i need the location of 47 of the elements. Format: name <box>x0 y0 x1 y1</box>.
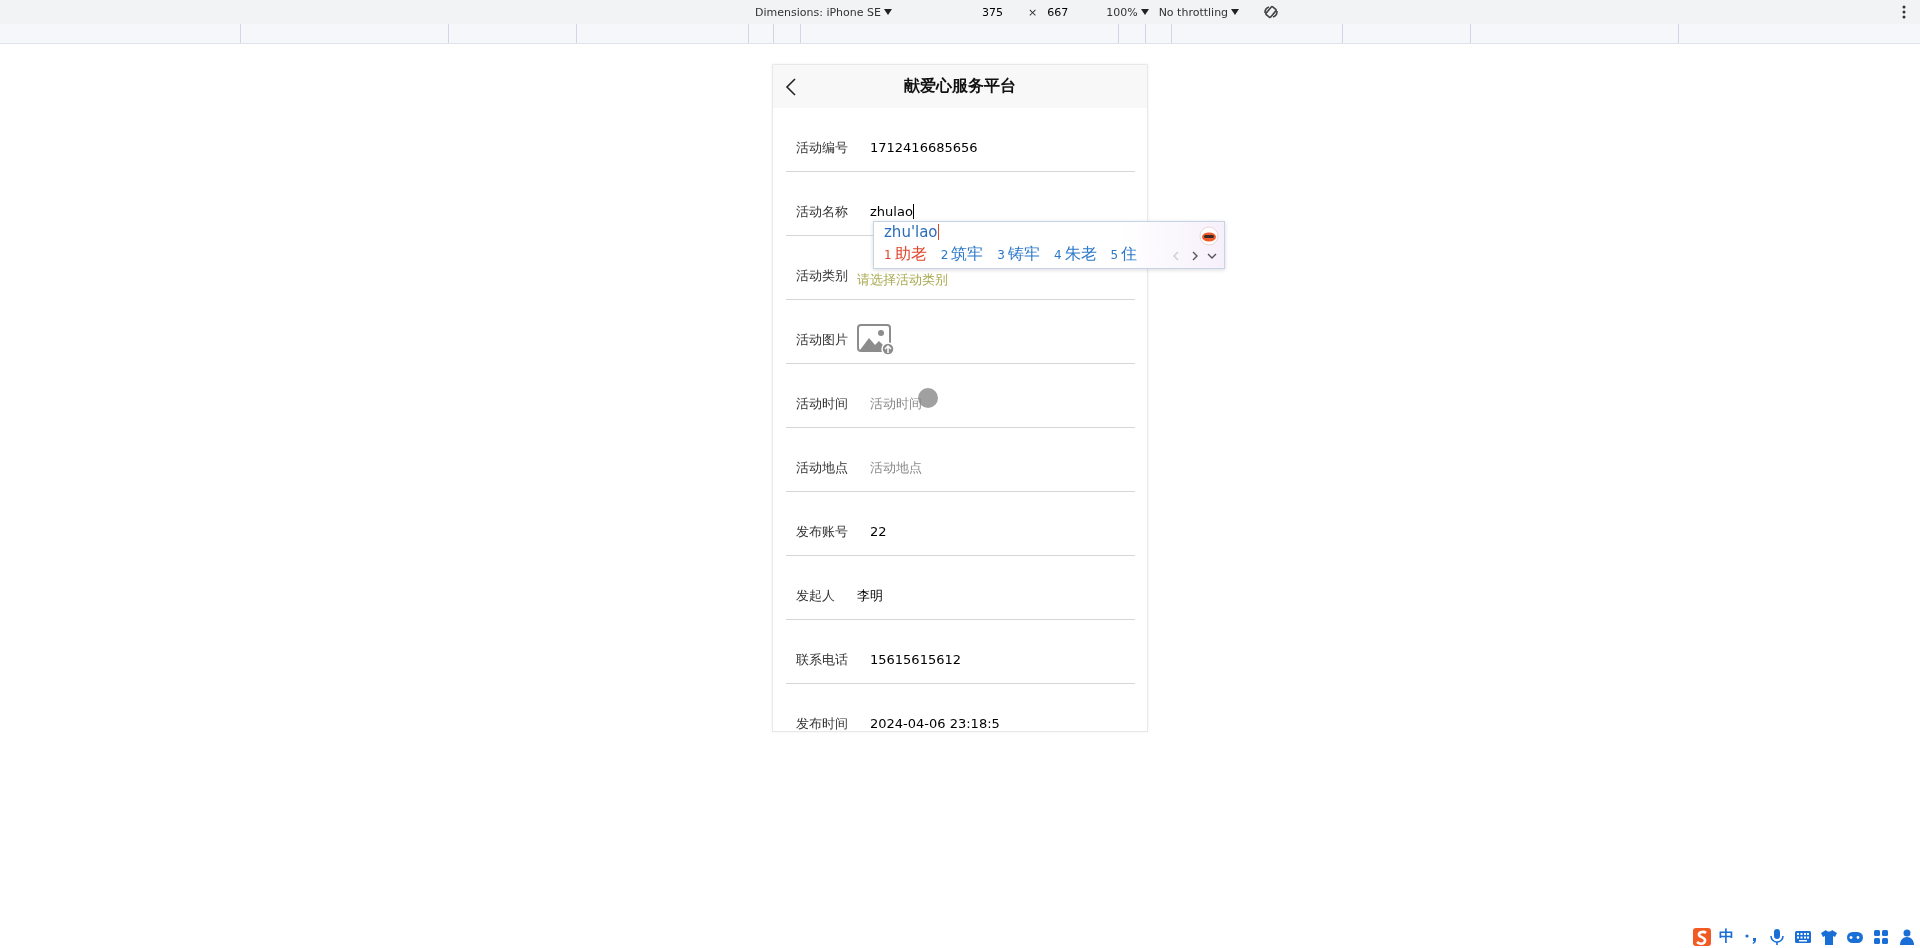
field-value: 15615615612 <box>870 652 961 667</box>
rotate-icon[interactable] <box>1263 4 1280 20</box>
throttling-dropdown[interactable]: No throttling <box>1158 5 1240 19</box>
caret-icon <box>1231 9 1240 15</box>
zoom-dropdown[interactable]: 100% <box>1106 5 1149 19</box>
field-value: 李明 <box>857 586 883 605</box>
candidate[interactable]: 2 筑牢 <box>940 244 984 265</box>
field-label: 活动地点 <box>796 458 848 477</box>
field-label: 活动图片 <box>796 330 848 349</box>
input-field[interactable]: 活动地点 <box>870 460 1070 475</box>
text-cursor <box>937 224 939 240</box>
caret-icon <box>1140 9 1149 15</box>
input-field[interactable]: zhulao <box>870 204 914 219</box>
microphone-icon[interactable] <box>1768 927 1786 946</box>
field-label: 联系电话 <box>796 650 848 669</box>
more-options-icon[interactable] <box>1902 4 1906 20</box>
field-value: 1712416685656 <box>870 140 978 155</box>
candidate[interactable]: 3 铸牢 <box>997 244 1040 265</box>
device-dropdown[interactable]: Dimensions: iPhone SE <box>755 5 892 19</box>
field-value: 2024-04-06 23:18:5 <box>870 716 1000 731</box>
mascot-icon[interactable] <box>1199 226 1219 246</box>
back-icon[interactable] <box>785 78 797 96</box>
grid-icon[interactable] <box>1872 927 1890 946</box>
composition-text: zhu'lao <box>884 223 938 241</box>
width-field[interactable]: 375 <box>979 4 1024 20</box>
input-field[interactable]: 活动时间 <box>870 396 1070 411</box>
field-value: 22 <box>870 524 887 539</box>
field-label: 发起人 <box>796 586 835 605</box>
field-label: 活动编号 <box>796 138 848 157</box>
candidate[interactable]: 1 助老 <box>884 244 927 265</box>
caret-icon <box>883 9 892 15</box>
person-icon[interactable] <box>1898 927 1916 946</box>
field-label: 发布账号 <box>796 522 848 541</box>
candidate[interactable]: 4 朱老 <box>1053 244 1097 265</box>
times-sign: × <box>1027 5 1038 19</box>
height-field[interactable]: 667 <box>1045 4 1090 20</box>
page-title: 献爱心服务平台 <box>904 76 1016 97</box>
input-mode-label[interactable]: 中 <box>1719 927 1734 946</box>
field-label: 活动时间 <box>796 394 848 413</box>
field-label: 活动类别 <box>796 266 848 285</box>
image-upload-icon[interactable] <box>857 323 895 356</box>
input-method-logo-icon[interactable] <box>1693 927 1711 946</box>
field-label: 活动名称 <box>796 202 848 221</box>
candidate[interactable]: 5 住 <box>1110 244 1138 265</box>
field-label: 发布时间 <box>796 714 848 731</box>
select-field[interactable]: 请选择活动类别 <box>857 270 948 289</box>
shirt-icon[interactable] <box>1820 927 1838 946</box>
